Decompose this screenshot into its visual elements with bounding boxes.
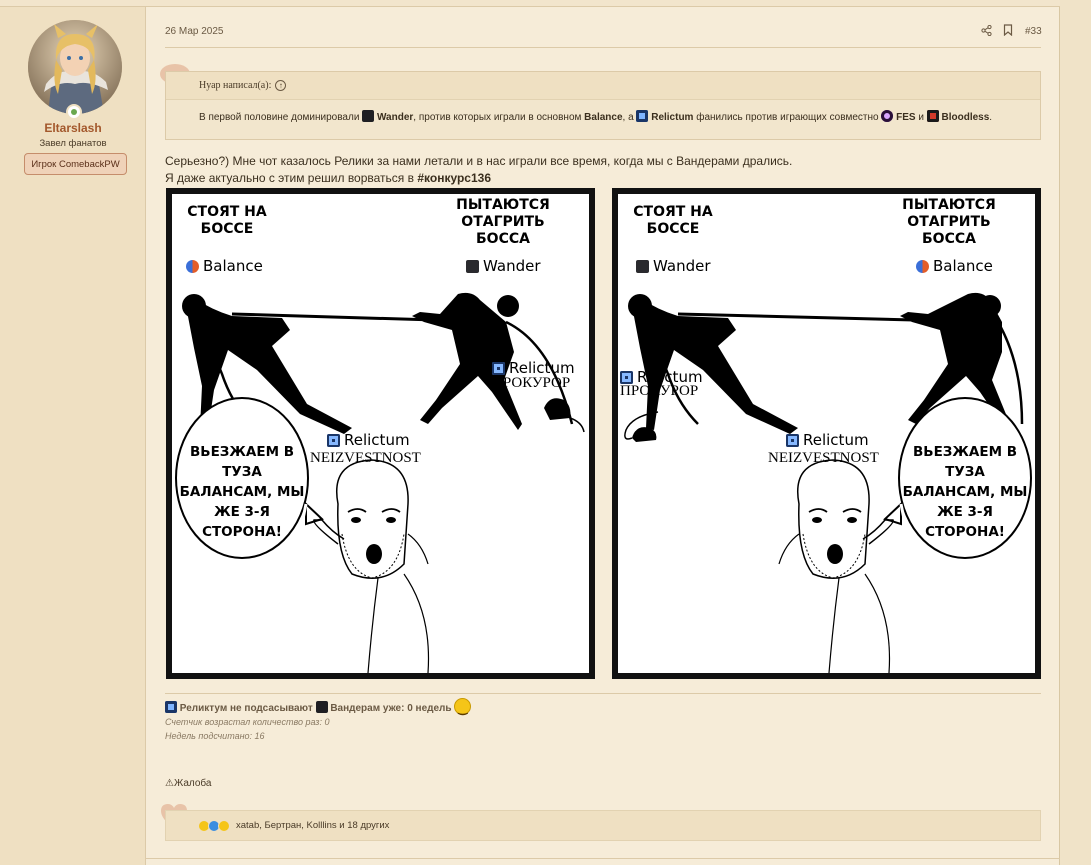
message-line-2-text: Я даже актуально с этим решил ворваться … [165, 171, 415, 185]
wow-reaction-icon [218, 820, 230, 832]
meme-left-guy-label: NEIZVESTNOST [310, 450, 421, 466]
meme-image-right[interactable]: СТОЯТ НА БОССЕ ПЫТАЮТСЯ ОТАГРИТЬ БОССА W… [612, 188, 1041, 679]
quote-block: Нуар написал(а): ↑ В первой половине доми… [165, 71, 1041, 140]
arrow-up-icon[interactable]: ↑ [275, 80, 287, 92]
meme-right-top-right-label: ПЫТАЮТСЯ ОТАГРИТЬ БОССА [902, 197, 996, 247]
quote-text-mid2: , а [622, 112, 634, 123]
post-date[interactable]: 26 Мар 2025 [165, 26, 224, 37]
meme-right-team-right: Balance [916, 257, 993, 275]
meme-right-top-left-label: СТОЯТ НА БОССЕ [633, 204, 713, 237]
quote-team-wander: Wander [376, 112, 414, 123]
smiley-icon [454, 698, 472, 715]
share-icon[interactable] [981, 24, 992, 39]
meme-left-speech-bubble: ВЬЕЗЖАЕМ В ТУЗА БАЛАНСАМ, МЫ ЖЕ 3-Я СТОР… [179, 444, 305, 540]
quote-team-relictum: Relictum [651, 112, 694, 123]
wander-guild-icon [362, 110, 375, 122]
post-top-border [0, 0, 1060, 7]
meme-right-team-left: Wander [636, 257, 711, 275]
quote-text-mid3: фанились против играющих совместно [696, 112, 879, 123]
quote-text-end: . [989, 112, 993, 123]
meme-right-guy-team-name: Relictum [803, 431, 869, 449]
quote-team-balance: Balance [584, 112, 623, 123]
meme-left-guy-team: Relictum [327, 431, 410, 449]
quote-text-prefix: В первой половине доминировали [199, 112, 360, 123]
meme-left-team-right: Wander [466, 257, 541, 275]
user-title: Завел фанатов [39, 138, 107, 149]
meme-left-team-left-name: Balance [203, 257, 263, 275]
user-avatar[interactable] [28, 20, 122, 114]
reactions-bar[interactable]: xatab, Бертран, Kolllins и 18 других [165, 810, 1041, 841]
user-sidebar [0, 7, 146, 865]
reaction-icons [198, 820, 230, 832]
signature-counter: Счетчик возрастал количество раз: 0 [165, 717, 330, 727]
meme-right-team-right-name: Balance [933, 257, 993, 275]
meme-left-rat-label: ПРОКУРОР [492, 375, 571, 391]
user-badge: Игрок ComebackPW [24, 153, 127, 175]
quote-team-fes: FES [896, 112, 916, 123]
signature-divider [165, 693, 1041, 694]
forum-post: Eltarslash Завел фанатов Игрок ComebackP… [0, 0, 1060, 865]
warning-icon: ⚠ [165, 778, 174, 789]
signature-part-2: Вандерам уже: 0 недель [330, 703, 452, 714]
relictum-icon [492, 361, 505, 375]
relictum-icon [786, 433, 799, 447]
post-meta: 26 Мар 2025 #33 [165, 24, 1042, 48]
bloodless-guild-icon [926, 110, 939, 122]
message-text: Серьезно?) Мне чот казалось Релики за на… [165, 153, 792, 187]
report-link[interactable]: ⚠Жалоба [165, 778, 211, 789]
fes-guild-icon [881, 110, 894, 122]
quote-text-mid1: , против которых играли в основном [413, 112, 582, 123]
meme-right-rat-label: ПРОКУРОР [620, 383, 699, 399]
message-line-1: Серьезно?) Мне чот казалось Релики за на… [165, 154, 793, 168]
message-line-2: Я даже актуально с этим решил ворваться … [165, 170, 792, 187]
quote-author[interactable]: Нуар написал(а): [199, 80, 271, 91]
balance-icon [916, 259, 929, 273]
balance-icon [186, 259, 199, 273]
meme-right-team-left-name: Wander [653, 257, 711, 275]
meme-right-guy-label: NEIZVESTNOST [768, 450, 879, 466]
meme-right-guy-team: Relictum [786, 431, 869, 449]
online-status-icon [66, 104, 82, 120]
signature-line: Реликтум не подсасывают Вандерам уже: 0 … [165, 698, 472, 715]
report-label: Жалоба [173, 778, 212, 789]
bookmark-icon[interactable] [1003, 24, 1013, 39]
signature-weeks: Недель подсчитано: 16 [165, 731, 265, 741]
meme-left-top-left-label: СТОЯТ НА БОССЕ [187, 204, 267, 237]
quote-team-bloodless: Bloodless [941, 112, 990, 123]
signature-part-1: Реликтум не подсасывают [179, 703, 313, 714]
meme-left-team-left: Balance [186, 257, 263, 275]
wander-icon [466, 259, 479, 273]
post-bottom-border [146, 858, 1060, 859]
relictum-icon [620, 370, 633, 384]
meme-left-team-right-name: Wander [483, 257, 541, 275]
wander-icon [636, 259, 649, 273]
meme-image-left[interactable]: СТОЯТ НА БОССЕ ПЫТАЮТСЯ ОТАГРИТЬ БОССА B… [166, 188, 595, 679]
relictum-icon [327, 433, 340, 447]
meme-left-top-right-label: ПЫТАЮТСЯ ОТАГРИТЬ БОССА [456, 197, 550, 247]
relictum-guild-icon [165, 701, 177, 713]
quote-header[interactable]: Нуар написал(а): ↑ [166, 72, 1040, 100]
post-number[interactable]: #33 [1025, 26, 1042, 37]
hashtag-link[interactable]: #конкурс136 [417, 171, 491, 185]
relictum-guild-icon [636, 110, 649, 122]
reaction-names[interactable]: xatab, Бертран, Kolllins и 18 других [236, 820, 389, 831]
wander-guild-icon [315, 701, 328, 713]
meme-left-guy-team-name: Relictum [344, 431, 410, 449]
username[interactable]: Eltarslash [0, 121, 146, 135]
meme-right-speech-bubble: ВЬЕЗЖАЕМ В ТУЗА БАЛАНСАМ, МЫ ЖЕ 3-Я СТОР… [902, 444, 1028, 540]
quote-body: В первой половине доминировали Wander, п… [199, 110, 992, 123]
quote-text-and: и [918, 112, 924, 123]
